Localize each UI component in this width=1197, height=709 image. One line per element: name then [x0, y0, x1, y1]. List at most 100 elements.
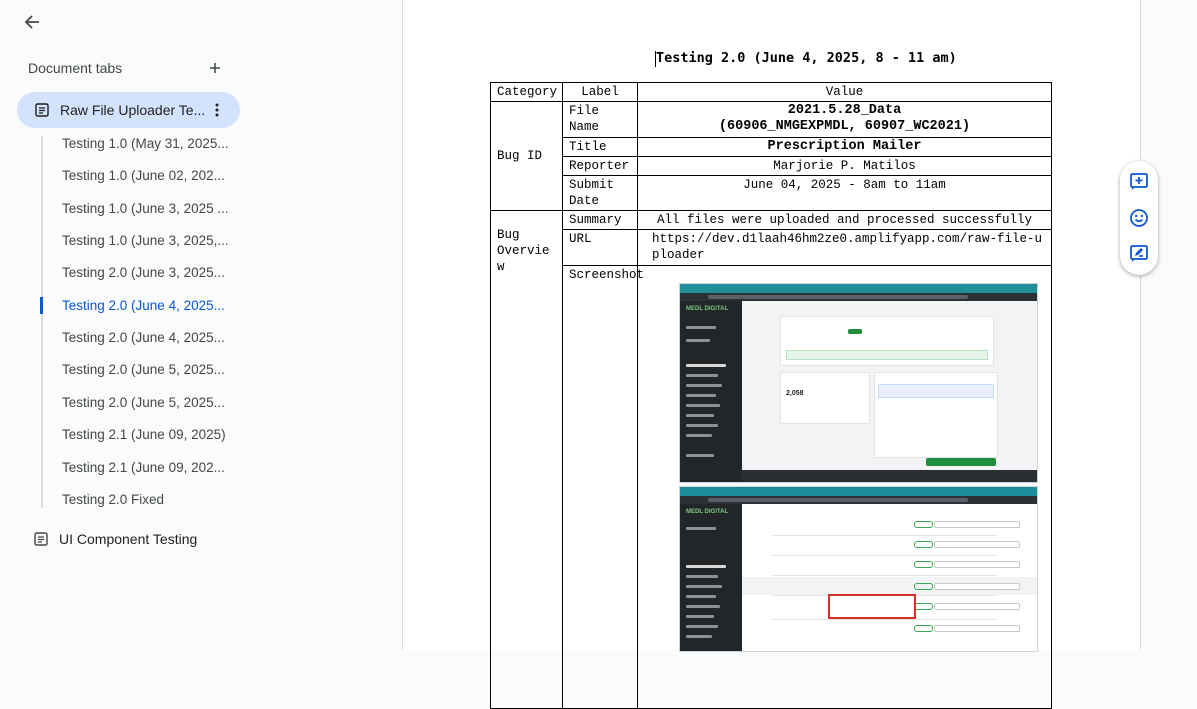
- status-select: [934, 603, 1020, 610]
- nav-item: [686, 575, 718, 578]
- header-value: Value: [637, 82, 1052, 102]
- subtab-item[interactable]: Testing 1.0 (June 3, 2025 ...: [62, 201, 229, 216]
- all-files-processed-button: [926, 458, 996, 466]
- subtab-item[interactable]: Testing 2.1 (June 09, 202...: [62, 460, 225, 475]
- file-count-card: [780, 372, 870, 424]
- address-field: [708, 498, 968, 502]
- nav-item: [686, 585, 722, 588]
- subtab-item[interactable]: Testing 2.0 (June 5, 2025...: [62, 395, 225, 410]
- label-summary: Summary: [562, 210, 638, 230]
- subtab-item[interactable]: Testing 2.0 (June 4, 2025...: [62, 330, 225, 345]
- table-row: Reporter Marjorie P. Matilos: [491, 156, 1052, 176]
- more-options-icon[interactable]: [207, 100, 227, 120]
- document-title[interactable]: Testing 2.0 (June 4, 2025, 8 - 11 am): [656, 50, 957, 66]
- value-file-name: 2021.5.28_Data (60906_NMGEXPMDL, 60907_W…: [637, 101, 1052, 138]
- nav-item: [686, 384, 722, 387]
- embedded-screenshot-2[interactable]: MEDL DIGITAL: [679, 486, 1038, 652]
- tab-raw-file-uploader[interactable]: Raw File Uploader Te...: [17, 92, 240, 128]
- value-url[interactable]: https://dev.d1laah46hm2ze0.amplifyapp.co…: [637, 229, 1052, 266]
- tab-label: UI Component Testing: [59, 531, 198, 547]
- nav-item: [686, 434, 712, 437]
- subtab-tree-line: [41, 136, 43, 508]
- subtab-item[interactable]: Testing 2.0 (June 3, 2025...: [62, 265, 225, 280]
- table-row: Bug Overvie w Summary All files were upl…: [490, 210, 1052, 709]
- nav-item: [686, 404, 720, 407]
- nav-item-selected: [686, 364, 726, 367]
- header-category: Category: [490, 82, 563, 102]
- nav-item: [686, 635, 712, 638]
- nav-item: [686, 414, 714, 417]
- app-logo: MEDL DIGITAL: [686, 306, 729, 312]
- category-bug-overview: Bug Overvie w: [490, 210, 563, 709]
- row-divider: [772, 535, 997, 536]
- category-bug-id: Bug ID: [490, 101, 563, 211]
- table-row: URL https://dev.d1laah46hm2ze0.amplifyap…: [491, 229, 1052, 266]
- status-pill: [914, 603, 933, 610]
- subtab-item[interactable]: Testing 2.0 Fixed: [62, 492, 164, 507]
- add-tab-icon[interactable]: [204, 57, 226, 79]
- browser-tab-strip: [680, 284, 1037, 293]
- label-title: Title: [562, 137, 638, 157]
- nav-item: [686, 326, 716, 329]
- value-summary: All files were uploaded and processed su…: [637, 210, 1052, 230]
- row-divider: [772, 575, 997, 576]
- subtab-item[interactable]: Testing 1.0 (June 3, 2025,...: [62, 233, 229, 248]
- nav-item: [686, 605, 720, 608]
- label-file-name: File Name: [562, 101, 638, 138]
- tab-label: Raw File Uploader Te...: [60, 102, 206, 118]
- nav-item: [686, 615, 714, 618]
- row-divider: [772, 555, 997, 556]
- table-row: Submit Date June 04, 2025 - 8am to 11am: [491, 175, 1052, 211]
- emoji-reaction-icon[interactable]: [1128, 207, 1150, 229]
- document-tabs-heading: Document tabs: [28, 60, 123, 76]
- status-pill: [914, 521, 933, 528]
- suggest-edits-icon[interactable]: [1128, 243, 1150, 265]
- label-url: URL: [562, 229, 638, 266]
- status-pill: [914, 583, 933, 590]
- green-tag: [848, 329, 862, 334]
- app-footer: [742, 470, 1037, 482]
- status-select: [934, 521, 1020, 528]
- header-label: Label: [562, 82, 638, 102]
- row-divider: [772, 619, 997, 620]
- nav-item: [686, 625, 718, 628]
- back-arrow-icon[interactable]: [18, 8, 46, 36]
- subtab-item[interactable]: Testing 1.0 (June 02, 202...: [62, 168, 225, 183]
- status-select: [934, 625, 1020, 632]
- nav-item: [686, 454, 714, 457]
- value-title: Prescription Mailer: [637, 137, 1052, 157]
- value-submit-date: June 04, 2025 - 8am to 11am: [637, 175, 1052, 211]
- label-reporter: Reporter: [562, 156, 638, 176]
- status-select: [934, 561, 1020, 568]
- label-submit-date: Submit Date: [562, 175, 638, 211]
- nav-item-selected: [686, 565, 726, 568]
- subtab-item[interactable]: Testing 1.0 (May 31, 2025...: [62, 136, 229, 151]
- add-comment-icon[interactable]: [1128, 171, 1150, 193]
- processed-banner: [786, 350, 988, 360]
- table-row: Title Prescription Mailer: [491, 137, 1052, 157]
- status-pill: [914, 561, 933, 568]
- red-highlight-box: [828, 594, 916, 619]
- subtab-item-active[interactable]: Testing 2.0 (June 4, 2025...: [62, 298, 225, 313]
- browser-tab-strip: [680, 487, 1037, 496]
- status-select: [934, 541, 1020, 548]
- nav-item: [686, 595, 716, 598]
- nav-item: [686, 339, 710, 342]
- nav-item: [686, 527, 716, 530]
- document-icon: [35, 103, 49, 122]
- document-tabs-sidebar: Document tabs Raw File Uploader Te... Te…: [0, 0, 402, 650]
- embedded-screenshot-1[interactable]: MEDL DIGITAL 2,058: [679, 283, 1038, 483]
- active-subtab-indicator: [40, 297, 43, 314]
- nav-item: [686, 394, 716, 397]
- nav-item: [686, 424, 718, 427]
- nav-item: [686, 374, 718, 377]
- floating-action-bar: [1120, 161, 1158, 275]
- file-count-number: 2,058: [786, 390, 804, 397]
- subtab-item[interactable]: Testing 2.1 (June 09, 2025): [62, 427, 226, 442]
- table-header-row: Category Label Value: [490, 82, 1052, 102]
- subtab-item[interactable]: Testing 2.0 (June 5, 2025...: [62, 362, 225, 377]
- table-row: Bug ID File Name 2021.5.28_Data (60906_N…: [490, 101, 1052, 211]
- document-icon: [34, 532, 48, 551]
- status-pill: [914, 625, 933, 632]
- address-field: [708, 295, 968, 299]
